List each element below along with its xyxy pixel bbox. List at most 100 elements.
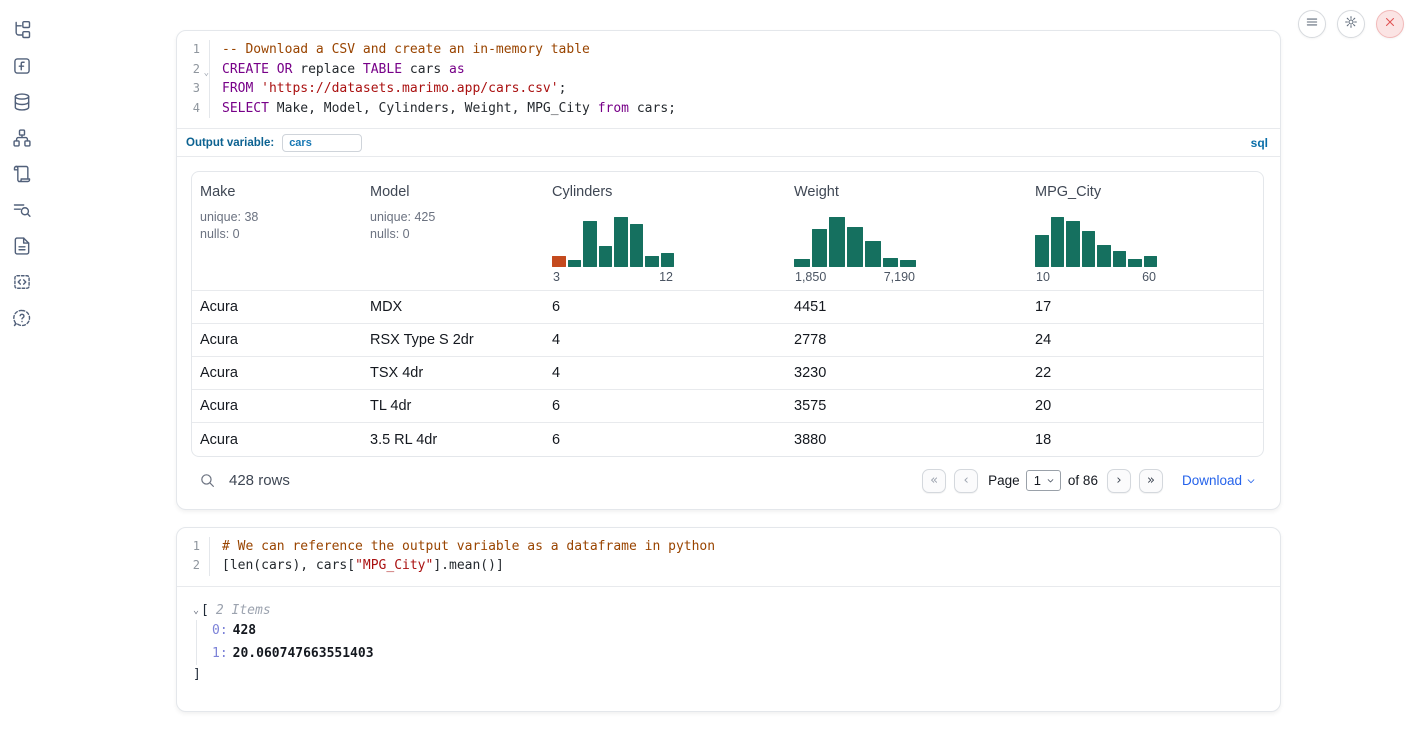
topbar-controls: [1298, 10, 1404, 38]
table-cell: TSX 4dr: [362, 357, 544, 390]
first-page-button[interactable]: «: [922, 469, 946, 493]
histogram-bar[interactable]: [883, 258, 899, 267]
column-header-model[interactable]: Modelunique: 425nulls: 0: [362, 172, 544, 291]
tree-children: 0:4281:20.060747663551403: [196, 620, 1262, 665]
column-header-weight[interactable]: Weight 1,8507,190: [786, 172, 1027, 291]
tree-item-value: 20.060747663551403: [233, 646, 374, 661]
histogram-bar[interactable]: [1113, 251, 1127, 267]
histogram-bar[interactable]: [1144, 256, 1158, 267]
column-label: Weight: [794, 184, 1019, 200]
page-select[interactable]: 1: [1026, 470, 1061, 491]
page-label: Page: [988, 473, 1020, 488]
histogram-bar[interactable]: [1035, 235, 1049, 267]
output-variable-row: Output variable: sql: [177, 129, 1280, 156]
table-cell: 17: [1027, 291, 1263, 324]
table-cell: Acura: [192, 357, 362, 390]
code-box-icon: [12, 272, 32, 297]
table-cell: 4: [544, 357, 786, 390]
histogram-bar[interactable]: [1082, 231, 1096, 267]
sidebar-item-snippets[interactable]: [11, 273, 33, 295]
histogram-bar[interactable]: [1066, 221, 1080, 267]
sidebar-item-documentation[interactable]: [11, 237, 33, 259]
table-row[interactable]: Acura3.5 RL 4dr6388018: [192, 423, 1263, 456]
prev-page-button[interactable]: ‹: [954, 469, 978, 493]
code-line[interactable]: 2⌄CREATE OR replace TABLE cars as: [177, 60, 1280, 80]
histogram-bar[interactable]: [900, 260, 916, 267]
sidebar-item-dependency-graph[interactable]: [11, 129, 33, 151]
python-code-editor[interactable]: 1# We can reference the output variable …: [177, 528, 1280, 586]
table-header: Makeunique: 38nulls: 0Modelunique: 425nu…: [192, 172, 1263, 291]
pagination: « ‹ Page 1 of 86 › » Download: [922, 469, 1256, 493]
column-header-mpg_city[interactable]: MPG_City1060: [1027, 172, 1263, 291]
network-graph-icon: [12, 128, 32, 153]
menu-button[interactable]: [1298, 10, 1326, 38]
histogram-bar[interactable]: [599, 246, 613, 267]
histogram-bar[interactable]: [1128, 259, 1142, 267]
last-page-button[interactable]: »: [1139, 469, 1163, 493]
tree-item: 0:428: [212, 620, 1262, 643]
histogram-bar[interactable]: [568, 260, 582, 267]
download-label: Download: [1182, 473, 1242, 488]
table-cell: 3880: [786, 423, 1027, 456]
sidebar-item-logs[interactable]: [11, 201, 33, 223]
line-number: 2: [177, 556, 207, 576]
sidebar-item-data-sources[interactable]: [11, 93, 33, 115]
code-line[interactable]: 3FROM 'https://datasets.marimo.app/cars.…: [177, 79, 1280, 99]
code-line[interactable]: 2[len(cars), cars["MPG_City"].mean()]: [177, 556, 1280, 576]
column-histogram[interactable]: 1060: [1035, 217, 1157, 284]
table-row[interactable]: AcuraRSX Type S 2dr4277824: [192, 324, 1263, 357]
code-line[interactable]: 1-- Download a CSV and create an in-memo…: [177, 40, 1280, 60]
histogram-bar[interactable]: [812, 229, 828, 267]
language-badge[interactable]: sql: [1251, 136, 1268, 150]
histogram-bar[interactable]: [661, 253, 675, 267]
table-cell: Acura: [192, 423, 362, 456]
next-page-button[interactable]: ›: [1107, 469, 1131, 493]
column-header-make[interactable]: Makeunique: 38nulls: 0: [192, 172, 362, 291]
sidebar-item-variables[interactable]: [11, 57, 33, 79]
code-line[interactable]: 4SELECT Make, Model, Cylinders, Weight, …: [177, 99, 1280, 119]
chevrons-right-icon: »: [1147, 473, 1155, 488]
search-icon[interactable]: [199, 472, 216, 489]
table-row[interactable]: AcuraMDX6445117: [192, 291, 1263, 324]
table-row[interactable]: AcuraTSX 4dr4323022: [192, 357, 1263, 390]
histogram-bar[interactable]: [865, 241, 881, 267]
page-select-value: 1: [1034, 473, 1041, 488]
sql-code-editor[interactable]: 1-- Download a CSV and create an in-memo…: [177, 31, 1280, 128]
sidebar-item-help[interactable]: [11, 309, 33, 331]
output-variable-input[interactable]: [282, 134, 362, 152]
column-histogram[interactable]: 1,8507,190: [794, 217, 916, 284]
sidebar-item-scratchpad[interactable]: [11, 165, 33, 187]
column-label: Cylinders: [552, 184, 778, 200]
histogram-bar[interactable]: [847, 227, 863, 267]
table-cell: 3575: [786, 390, 1027, 423]
table-footer: 428 rows « ‹ Page 1 of 86 › »: [177, 457, 1280, 509]
chevron-down-icon: [1246, 476, 1256, 486]
sql-cell: 1-- Download a CSV and create an in-memo…: [176, 30, 1281, 510]
settings-button[interactable]: [1337, 10, 1365, 38]
histogram-bar[interactable]: [829, 217, 845, 267]
shutdown-button[interactable]: [1376, 10, 1404, 38]
sidebar-item-file-explorer[interactable]: [11, 21, 33, 43]
histogram-bar[interactable]: [645, 256, 659, 267]
output-variable-label: Output variable:: [186, 137, 274, 149]
column-header-cylinders[interactable]: Cylinders 312: [544, 172, 786, 291]
column-histogram[interactable]: 312: [552, 217, 674, 284]
histogram-axis-labels: 1060: [1035, 270, 1157, 284]
histogram-bar[interactable]: [1097, 245, 1111, 267]
table-cell: 18: [1027, 423, 1263, 456]
histogram-bar[interactable]: [552, 256, 566, 267]
search-list-icon: [12, 200, 32, 225]
histogram-bar[interactable]: [583, 221, 597, 267]
chevron-right-icon: ›: [1116, 473, 1121, 488]
table-row[interactable]: AcuraTL 4dr6357520: [192, 390, 1263, 423]
histogram-bar[interactable]: [614, 217, 628, 267]
histogram-bar[interactable]: [630, 224, 644, 267]
collapse-chevron-icon[interactable]: ⌄: [193, 605, 199, 616]
download-button[interactable]: Download: [1182, 473, 1256, 488]
column-label: Model: [370, 184, 536, 200]
file-tree-icon: [12, 20, 32, 45]
histogram-bar[interactable]: [794, 259, 810, 267]
code-line[interactable]: 1# We can reference the output variable …: [177, 537, 1280, 557]
histogram-bar[interactable]: [1051, 217, 1065, 267]
hamburger-icon: [1305, 15, 1319, 34]
